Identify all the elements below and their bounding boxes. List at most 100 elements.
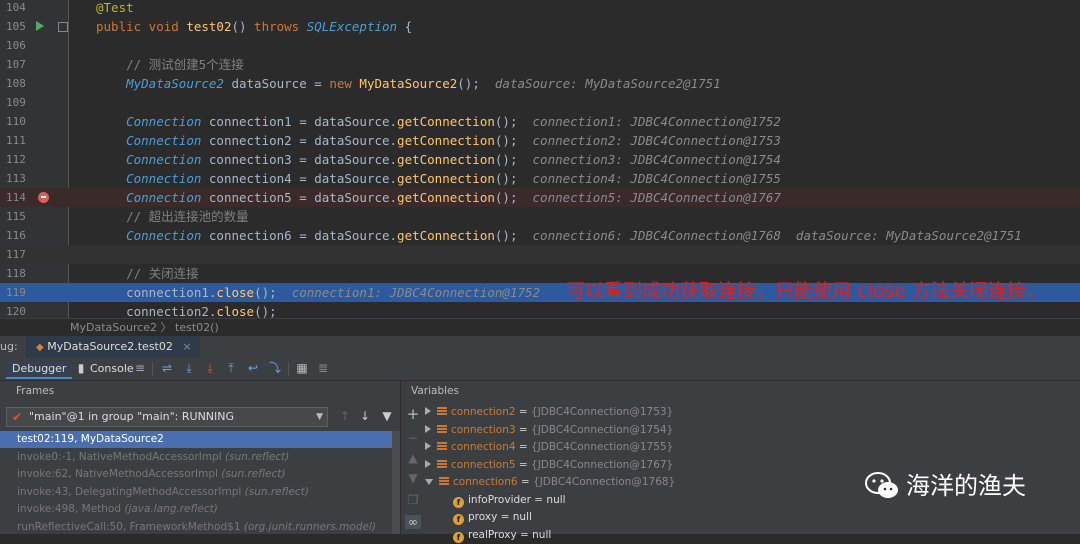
equals-sign: = bbox=[515, 406, 532, 418]
code-text: MyDataSource2 dataSource = new MyDataSou… bbox=[126, 76, 721, 91]
variable-value: null bbox=[546, 493, 566, 506]
frame-item[interactable]: invoke:62, NativeMethodAccessorImpl (sun… bbox=[0, 466, 392, 483]
code-line[interactable]: 105 public void test02() throws SQLExcept… bbox=[0, 17, 1080, 36]
variable-row[interactable]: connection2 = {JDBC4Connection@1753} bbox=[401, 404, 1080, 421]
frame-label: test02:119, MyDataSource2 bbox=[17, 433, 164, 445]
thread-selector[interactable]: ✔ "main"@1 in group "main": RUNNING ▼ bbox=[6, 407, 328, 427]
debug-session-label: MyDataSource2.test02 bbox=[47, 340, 173, 353]
local-variable-icon bbox=[439, 477, 449, 486]
bug-icon: ◆ bbox=[36, 342, 44, 353]
equals-sign: = bbox=[530, 493, 547, 506]
frames-header: Frames bbox=[0, 381, 400, 401]
check-icon: ✔ bbox=[12, 410, 23, 424]
debug-session-tab[interactable]: ◆ MyDataSource2.test02 × bbox=[26, 336, 200, 360]
run-to-cursor-icon[interactable]: ⤵ bbox=[268, 361, 282, 375]
line-number: 118 bbox=[6, 267, 26, 280]
code-line[interactable]: 111 Connection connection2 = dataSource.… bbox=[0, 131, 1080, 150]
run-gutter-icon[interactable] bbox=[36, 21, 44, 31]
code-line[interactable]: 120 connection2.close(); bbox=[0, 302, 1080, 318]
code-line[interactable]: 108 MyDataSource2 dataSource = new MyDat… bbox=[0, 74, 1080, 93]
code-line[interactable]: 116 Connection connection6 = dataSource.… bbox=[0, 226, 1080, 245]
line-number: 120 bbox=[6, 305, 26, 318]
show-execution-point-icon[interactable]: ⇌ bbox=[160, 361, 174, 375]
watermark-text: 海洋的渔夫 bbox=[906, 472, 1026, 500]
variable-row[interactable]: f proxy = null bbox=[401, 509, 1080, 526]
step-into-icon[interactable]: ⤓ bbox=[203, 361, 217, 375]
frame-item[interactable]: test02:119, MyDataSource2 bbox=[0, 431, 392, 448]
line-number: 113 bbox=[6, 172, 26, 185]
collapsed-arrow-icon[interactable] bbox=[425, 459, 431, 468]
code-text: Connection connection1 = dataSource.getC… bbox=[126, 114, 781, 129]
frame-item[interactable]: runReflectiveCall:50, FrameworkMethod$1 … bbox=[0, 519, 392, 536]
frame-label: invoke:62, NativeMethodAccessorImpl bbox=[17, 468, 222, 480]
breadcrumb[interactable]: MyDataSource2 〉 test02() bbox=[0, 318, 1080, 337]
frame-item[interactable]: invoke:43, DelegatingMethodAccessorImpl … bbox=[0, 484, 392, 501]
code-line[interactable]: 106 bbox=[0, 36, 1080, 55]
line-number: 109 bbox=[6, 96, 26, 109]
frame-item[interactable]: invoke0:-1, NativeMethodAccessorImpl (su… bbox=[0, 449, 392, 466]
thread-value: "main"@1 in group "main": RUNNING bbox=[29, 410, 235, 423]
fold-icon[interactable] bbox=[58, 22, 68, 32]
line-number: 104 bbox=[6, 1, 26, 14]
step-over-icon[interactable]: ⤓ bbox=[182, 361, 196, 375]
tab-debugger[interactable]: Debugger bbox=[6, 361, 73, 379]
line-number: 111 bbox=[6, 134, 26, 147]
expanded-arrow-icon[interactable] bbox=[425, 479, 433, 485]
variable-name: infoProvider bbox=[468, 493, 531, 506]
code-line[interactable]: 117 bbox=[0, 245, 1080, 264]
code-line[interactable]: 114 Connection connection5 = dataSource.… bbox=[0, 188, 1080, 207]
chevron-down-icon: ▼ bbox=[316, 412, 323, 422]
line-number: 106 bbox=[6, 39, 26, 52]
equals-sign: = bbox=[515, 441, 532, 453]
local-variable-icon bbox=[437, 407, 447, 416]
console-icon: ▮ bbox=[77, 361, 85, 375]
evaluate-expression-icon[interactable]: ▦ bbox=[295, 361, 309, 375]
frame-label: invoke:498, Method bbox=[17, 503, 125, 515]
variable-row[interactable]: connection3 = {JDBC4Connection@1754} bbox=[401, 422, 1080, 439]
field-icon: f bbox=[453, 514, 464, 525]
close-icon[interactable]: × bbox=[182, 340, 191, 353]
tab-console[interactable]: Console bbox=[90, 361, 134, 377]
code-line[interactable]: 113 Connection connection4 = dataSource.… bbox=[0, 169, 1080, 188]
arrow-down-icon[interactable]: ↓ bbox=[358, 409, 372, 423]
frame-item[interactable]: invoke:498, Method (java.lang.reflect) bbox=[0, 501, 392, 518]
code-text: public void test02() throws SQLException… bbox=[96, 19, 413, 34]
collapsed-arrow-icon[interactable] bbox=[425, 407, 431, 415]
collapsed-arrow-icon[interactable] bbox=[425, 424, 431, 433]
breakpoint-icon[interactable] bbox=[38, 192, 49, 203]
variable-name: connection6 bbox=[453, 476, 518, 488]
settings-icon[interactable]: ≣ bbox=[316, 361, 330, 375]
collapsed-arrow-icon[interactable] bbox=[425, 442, 431, 450]
frames-scrollbar[interactable] bbox=[392, 431, 400, 534]
field-icon: f bbox=[453, 496, 464, 508]
line-number: 114 bbox=[6, 191, 26, 204]
variable-name: connection4 bbox=[451, 441, 516, 453]
code-editor[interactable]: 104 @Test 105 public void test02() throws S… bbox=[0, 0, 1080, 318]
line-number: 112 bbox=[6, 153, 26, 166]
code-line[interactable]: 107 // 测试创建5个连接 bbox=[0, 55, 1080, 74]
drop-frame-icon[interactable]: ↩ bbox=[246, 361, 260, 375]
variable-value: {JDBC4Connection@1767} bbox=[531, 458, 674, 471]
code-line[interactable]: 109 bbox=[0, 93, 1080, 112]
field-icon: f bbox=[453, 531, 464, 543]
code-text: Connection connection4 = dataSource.getC… bbox=[126, 171, 781, 186]
frame-label: invoke:43, DelegatingMethodAccessorImpl bbox=[17, 485, 245, 498]
code-text: Connection connection6 = dataSource.getC… bbox=[126, 228, 1022, 243]
filter-icon[interactable]: ▼ bbox=[380, 409, 394, 423]
local-variable-icon bbox=[437, 459, 447, 469]
code-line[interactable]: 104 @Test bbox=[0, 0, 1080, 17]
code-line[interactable]: 110 Connection connection1 = dataSource.… bbox=[0, 112, 1080, 131]
watermark: 海洋的渔夫 bbox=[864, 468, 1026, 504]
debug-label: ug: bbox=[0, 340, 18, 353]
variable-row[interactable]: f realProxy = null bbox=[401, 527, 1080, 544]
code-line[interactable]: 112 Connection connection3 = dataSource.… bbox=[0, 150, 1080, 169]
annotation-note: 可以看到成功获取连接，只能使用 close 方法关闭连接。 bbox=[566, 280, 1046, 302]
code-line[interactable]: 115 // 超出连接池的数量 bbox=[0, 207, 1080, 226]
step-out-icon[interactable]: ⤒ bbox=[224, 361, 238, 375]
frame-package: (java.lang.reflect) bbox=[124, 503, 218, 515]
menu-icon[interactable]: ≡ bbox=[133, 361, 147, 375]
arrow-up-icon[interactable]: ↑ bbox=[338, 409, 352, 423]
debug-tool-window-header: ug: ◆ MyDataSource2.test02 × bbox=[0, 336, 1080, 360]
code-text: @Test bbox=[96, 0, 134, 15]
variable-row[interactable]: connection4 = {JDBC4Connection@1755} bbox=[401, 439, 1080, 456]
